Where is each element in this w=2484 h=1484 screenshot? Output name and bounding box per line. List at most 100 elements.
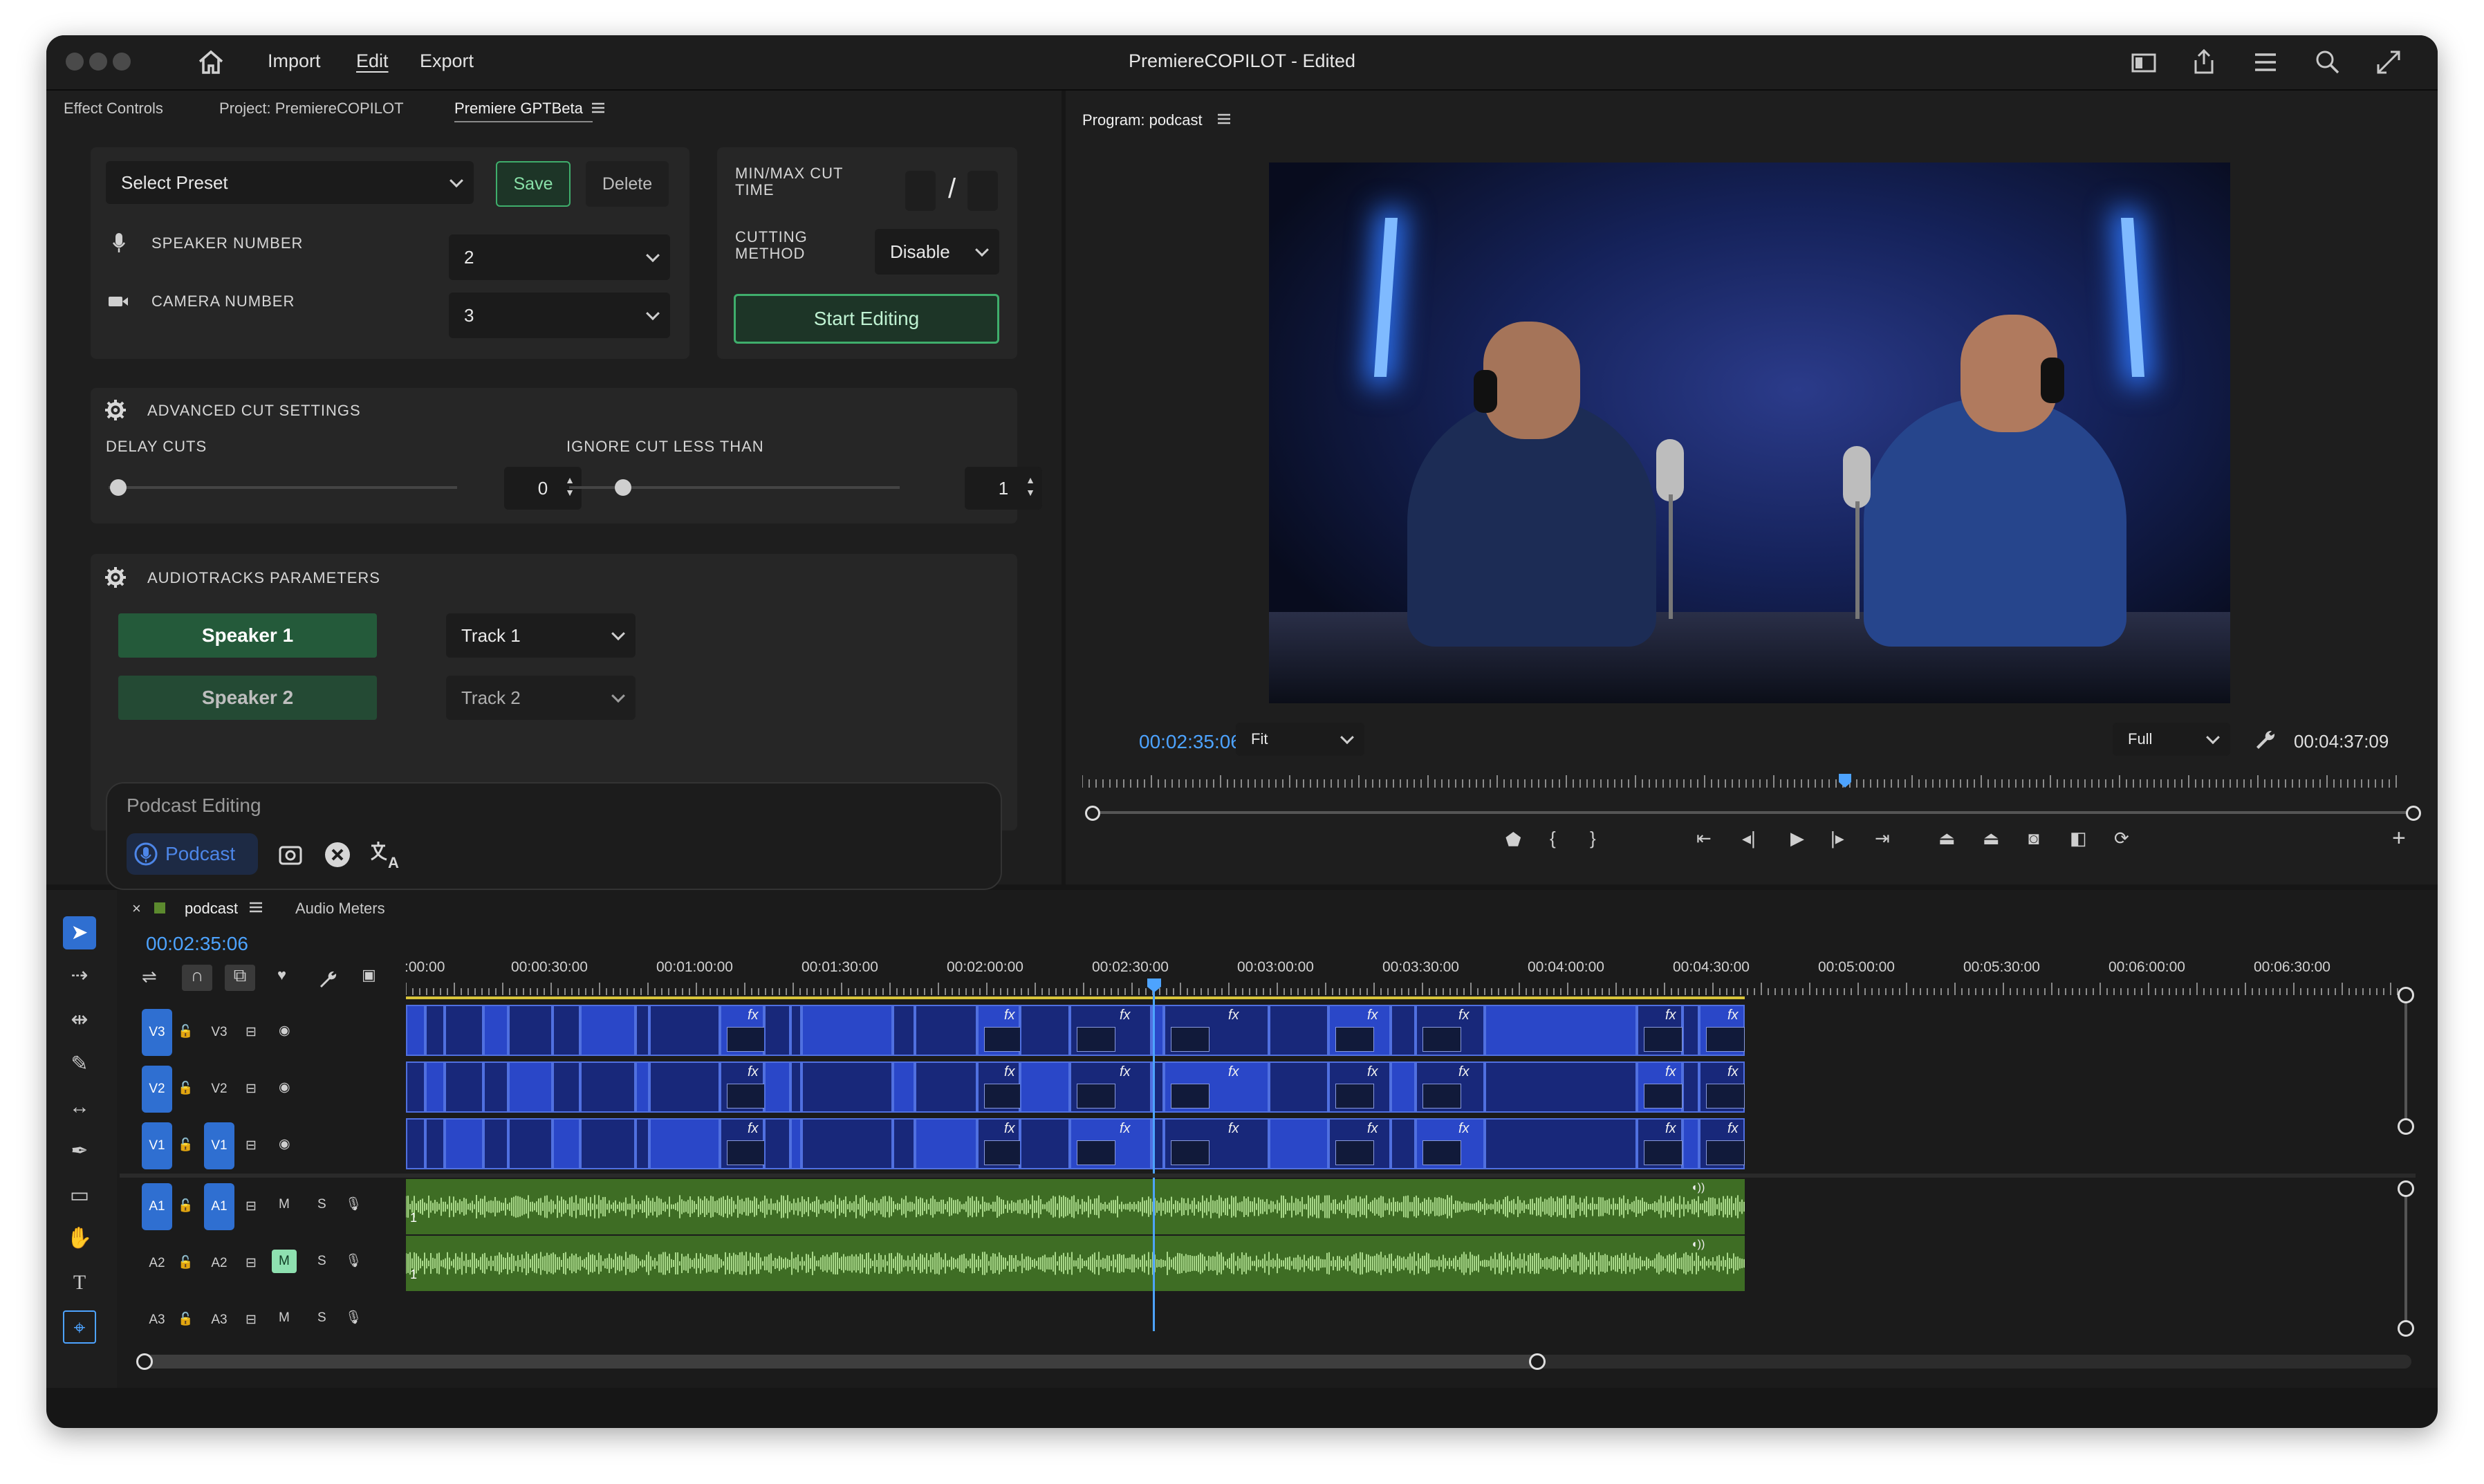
rectangle-tool-icon[interactable]: ▭ — [63, 1179, 96, 1212]
cutting-method-dropdown[interactable]: Disable — [875, 229, 999, 275]
video-clip[interactable] — [915, 1118, 977, 1169]
share-icon[interactable] — [2191, 48, 2216, 75]
video-clip[interactable]: fx — [977, 1118, 1023, 1169]
video-clip[interactable] — [893, 1061, 915, 1113]
mark-in-icon[interactable]: { — [1550, 828, 1556, 849]
linked-selection-icon[interactable]: ⧉ — [225, 965, 255, 991]
video-clip[interactable]: fx — [1070, 1061, 1151, 1113]
audio-vertical-scrollbar[interactable] — [2404, 1189, 2407, 1327]
eye-icon[interactable]: ◉ — [279, 1079, 290, 1095]
video-clip[interactable] — [1485, 1118, 1637, 1169]
track-name-a1[interactable]: A1 — [204, 1183, 234, 1230]
voiceover-record-icon[interactable]: 🎙 — [345, 1252, 362, 1269]
speaker-number-dropdown[interactable]: 2 — [449, 234, 670, 280]
video-clip[interactable] — [893, 1118, 915, 1169]
voiceover-record-icon[interactable]: 🎙 — [345, 1196, 362, 1212]
scroll-handle-left[interactable] — [136, 1353, 153, 1370]
generative-extend-icon[interactable]: ⌖ — [63, 1310, 96, 1344]
video-clip[interactable] — [801, 1061, 893, 1113]
video-clip[interactable]: fx — [1699, 1005, 1745, 1056]
track-name-a2[interactable]: A2 — [204, 1240, 234, 1287]
video-clip[interactable]: fx — [977, 1061, 1023, 1113]
pen-icon[interactable]: ✒ — [63, 1135, 96, 1168]
timeline-ruler[interactable]: :00:00 00:00:30:00 00:01:00:00 00:01:30:00 0… — [405, 959, 2411, 1002]
video-clip[interactable]: fx — [977, 1005, 1023, 1056]
track-select-tool-icon[interactable]: ⇢ — [63, 959, 96, 992]
video-clip[interactable] — [1269, 1118, 1328, 1169]
delete-button[interactable]: Delete — [586, 161, 669, 207]
zoom-scrollbar[interactable] — [1091, 811, 2414, 814]
video-clip[interactable] — [649, 1005, 720, 1056]
video-clip[interactable] — [553, 1061, 580, 1113]
video-clip[interactable]: fx — [720, 1118, 766, 1169]
lock-icon[interactable]: 🔓 — [178, 1081, 193, 1095]
video-clip[interactable]: fx — [720, 1005, 766, 1056]
sync-lock-icon[interactable]: ⊟ — [245, 1024, 257, 1040]
tab-effect-controls[interactable]: Effect Controls — [64, 100, 163, 118]
select-preset-dropdown[interactable]: Select Preset — [106, 161, 474, 204]
video-clip[interactable] — [483, 1005, 508, 1056]
video-clip[interactable] — [915, 1061, 977, 1113]
scroll-handle[interactable] — [2398, 1320, 2414, 1337]
video-clip[interactable] — [553, 1005, 580, 1056]
video-clip[interactable] — [636, 1061, 649, 1113]
video-clip[interactable] — [649, 1118, 720, 1169]
translate-icon[interactable]: A — [369, 839, 402, 871]
close-sequence-icon[interactable]: × — [132, 900, 141, 918]
video-clip[interactable]: fx — [720, 1061, 766, 1113]
video-clip[interactable] — [1269, 1005, 1328, 1056]
panel-menu-icon[interactable] — [591, 102, 606, 114]
razor-icon[interactable]: ✎ — [63, 1048, 96, 1081]
scroll-handle[interactable] — [2398, 1180, 2414, 1197]
video-clip[interactable] — [649, 1061, 720, 1113]
snap-icon[interactable]: ∩ — [182, 965, 212, 991]
video-clip[interactable] — [508, 1118, 553, 1169]
audio-clip-a1-keyframe-icon[interactable]: ◖)) — [1691, 1182, 1705, 1194]
video-clip[interactable] — [1391, 1061, 1416, 1113]
voiceover-record-icon[interactable]: 🎙 — [345, 1309, 362, 1326]
mute-button[interactable]: M — [279, 1197, 290, 1212]
track-name-v3[interactable]: V3 — [204, 1009, 234, 1056]
button-editor-icon[interactable]: + — [2392, 825, 2406, 852]
video-clip[interactable] — [790, 1118, 801, 1169]
workspaces-icon[interactable] — [2252, 50, 2279, 74]
mute-button[interactable]: M — [279, 1310, 290, 1326]
speaker-2-track-dropdown[interactable]: Track 2 — [446, 676, 636, 720]
lock-icon[interactable]: 🔓 — [178, 1255, 193, 1270]
video-clip[interactable] — [1020, 1118, 1070, 1169]
sync-lock-icon[interactable]: ⊟ — [245, 1138, 257, 1153]
scroll-handle-right[interactable] — [1529, 1353, 1546, 1370]
video-clip[interactable] — [425, 1118, 445, 1169]
track-source-v1[interactable]: V1 — [142, 1122, 172, 1169]
step-forward-icon[interactable]: |▸ — [1830, 828, 1844, 849]
video-clip[interactable] — [580, 1005, 636, 1056]
video-clip[interactable]: fx — [1164, 1005, 1269, 1056]
video-clip[interactable]: fx — [1416, 1118, 1485, 1169]
hand-icon[interactable]: ✋ — [63, 1222, 96, 1255]
timeline-timecode[interactable]: 00:02:35:06 — [146, 933, 248, 955]
track-source-a3[interactable]: A3 — [142, 1297, 172, 1344]
camera-number-dropdown[interactable]: 3 — [449, 293, 670, 338]
lock-icon[interactable]: 🔓 — [178, 1024, 193, 1039]
lock-icon[interactable]: 🔓 — [178, 1138, 193, 1152]
track-name-a3[interactable]: A3 — [204, 1297, 234, 1344]
video-clip[interactable] — [915, 1005, 977, 1056]
captions-icon[interactable]: ▣ — [362, 966, 376, 984]
video-clip[interactable] — [1485, 1061, 1637, 1113]
solo-button[interactable]: S — [317, 1197, 326, 1212]
video-clip[interactable] — [764, 1061, 790, 1113]
horizontal-scrollbar-thumb[interactable] — [143, 1355, 1539, 1369]
delay-cuts-slider-knob[interactable] — [110, 479, 127, 496]
ignore-cut-spinner[interactable]: 1 ▲ ▼ — [965, 467, 1042, 510]
selection-tool-icon[interactable]: ➤ — [63, 916, 96, 949]
video-clip[interactable]: fx — [1328, 1005, 1391, 1056]
eye-icon[interactable]: ◉ — [279, 1023, 290, 1039]
track-name-v1[interactable]: V1 — [204, 1122, 234, 1169]
eye-icon[interactable]: ◉ — [279, 1136, 290, 1152]
video-clip[interactable] — [580, 1061, 636, 1113]
export-frame-icon[interactable]: ◙ — [2028, 828, 2039, 849]
video-clip[interactable] — [425, 1061, 445, 1113]
video-clip[interactable]: fx — [1164, 1061, 1269, 1113]
proxy-toggle-icon[interactable]: ⟳ — [2114, 828, 2129, 849]
video-clip[interactable] — [508, 1061, 553, 1113]
